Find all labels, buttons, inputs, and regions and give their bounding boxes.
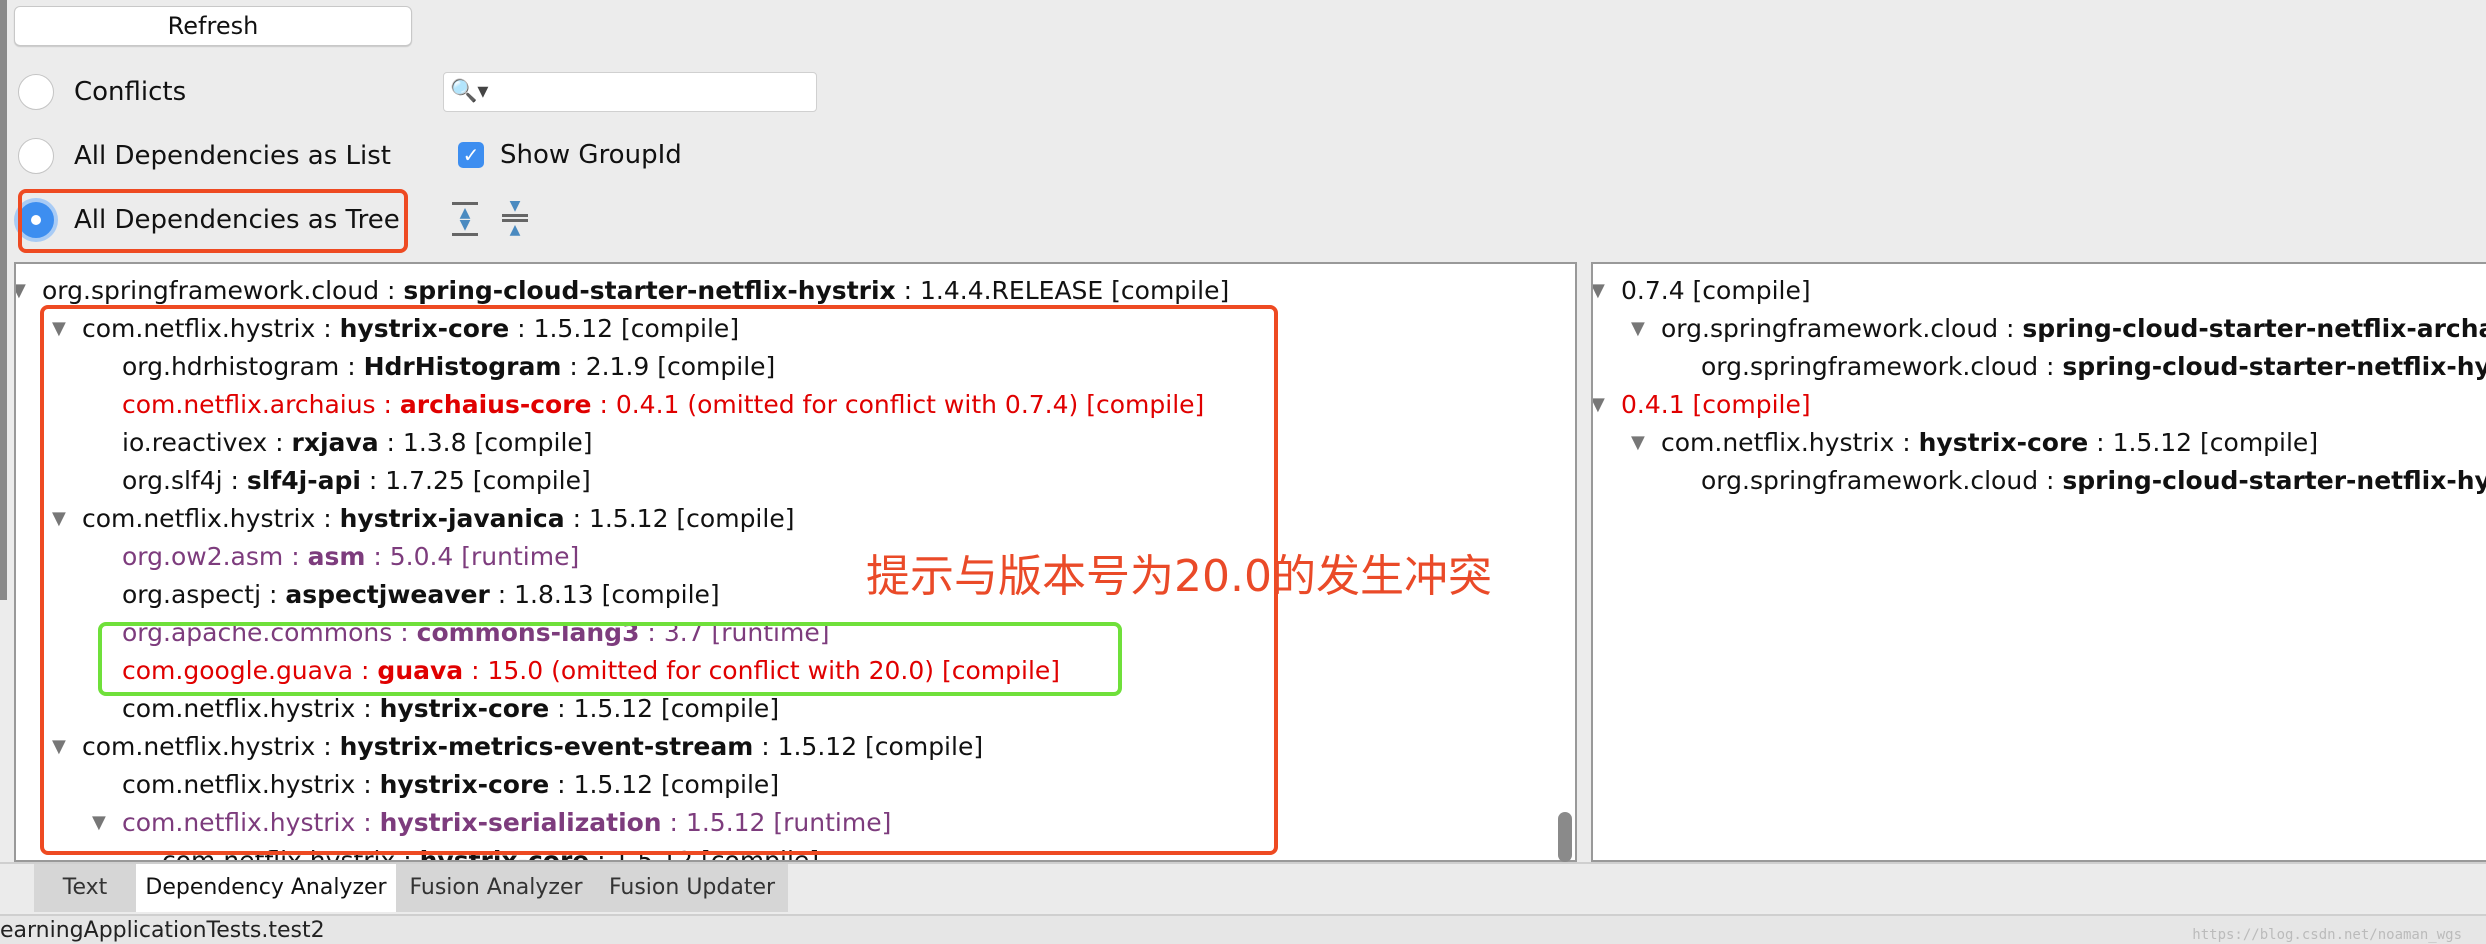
- tree-row[interactable]: ▼ com.netflix.hystrix : hystrix-core : 1.…: [1631, 424, 2319, 462]
- artifact-id: spring-cloud-starter-netflix-archaius: [2022, 314, 2486, 343]
- separator: :: [1998, 314, 2023, 343]
- collapse-all-icon[interactable]: ▼ ▲: [502, 199, 528, 237]
- radio-list[interactable]: [18, 138, 54, 174]
- tree-scrollbar[interactable]: [1558, 812, 1572, 862]
- tab-dependency-analyzer[interactable]: Dependency Analyzer: [136, 864, 396, 912]
- expand-triangle-icon[interactable]: ▼: [16, 272, 26, 310]
- tab-fusion-analyzer[interactable]: Fusion Analyzer: [396, 864, 596, 912]
- tab-bar: Text Dependency Analyzer Fusion Analyzer…: [0, 862, 2486, 912]
- tree-row[interactable]: ▼ 0.7.4 [compile]: [1593, 272, 1811, 310]
- group-id: org.springframework.cloud: [1701, 466, 2039, 495]
- status-text: earningApplicationTests.test2: [0, 918, 325, 943]
- search-dropdown-icon[interactable]: 🔍▾: [450, 79, 488, 104]
- separator: :: [2088, 428, 2113, 457]
- separator: :: [2038, 466, 2063, 495]
- artifact-id: spring-cloud-starter-netflix-hystrix: [2062, 352, 2486, 381]
- group-id: com.netflix.hystrix: [1661, 428, 1895, 457]
- usages-tree[interactable]: ▼ 0.7.4 [compile] ▼ org.springframework.clo…: [1591, 262, 2486, 862]
- expand-all-icon[interactable]: ▲ ▼: [452, 200, 478, 236]
- expand-triangle-icon[interactable]: ▼: [1631, 424, 1645, 462]
- artifact-id: spring-cloud-starter-netflix-hystrix: [2062, 466, 2486, 495]
- refresh-button[interactable]: Refresh: [14, 6, 412, 46]
- radio-conflicts[interactable]: [18, 74, 54, 110]
- separator: :: [379, 276, 404, 305]
- separator: :: [2038, 352, 2063, 381]
- version-scope: 1.4.4.RELEASE [compile]: [920, 276, 1230, 305]
- highlight-green-box: [98, 622, 1122, 696]
- artifact-id: hystrix-core: [1918, 428, 2089, 457]
- tree-row[interactable]: ▼ org.springframework.cloud : spring-clou…: [1631, 310, 2486, 348]
- expand-triangle-icon[interactable]: ▼: [1593, 386, 1605, 424]
- expand-triangle-icon[interactable]: ▼: [1631, 310, 1645, 348]
- watermark: https://blog.csdn.net/noaman_wgs: [2192, 927, 2462, 943]
- status-bar: earningApplicationTests.test2 https://bl…: [0, 914, 2486, 944]
- group-id: org.springframework.cloud: [1661, 314, 1999, 343]
- separator: :: [895, 276, 920, 305]
- annotation-text: 提示与版本号为20.0的发生冲突: [866, 551, 1492, 602]
- version-label: 0.4.1 [compile]: [1621, 390, 1811, 419]
- tree-row[interactable]: org.springframework.cloud : spring-cloud…: [1701, 462, 2486, 500]
- version-label: 0.7.4 [compile]: [1621, 276, 1811, 305]
- panel-splitter[interactable]: [1577, 262, 1591, 862]
- radio-list-label[interactable]: All Dependencies as List: [74, 138, 391, 174]
- separator: :: [1894, 428, 1919, 457]
- highlight-tree-mode: [18, 189, 408, 253]
- search-input[interactable]: 🔍▾: [443, 72, 817, 112]
- tree-row[interactable]: org.springframework.cloud : spring-cloud…: [1701, 348, 2486, 386]
- radio-conflicts-label[interactable]: Conflicts: [74, 74, 186, 110]
- artifact-id: spring-cloud-starter-netflix-hystrix: [403, 276, 896, 305]
- tree-row[interactable]: ▼ 0.4.1 [compile]: [1593, 386, 1811, 424]
- show-groupid-checkbox[interactable]: ✓: [458, 142, 484, 168]
- version-scope: 1.5.12 [compile]: [2112, 428, 2319, 457]
- tab-text[interactable]: Text: [34, 864, 136, 912]
- tab-fusion-updater[interactable]: Fusion Updater: [596, 864, 788, 912]
- expand-triangle-icon[interactable]: ▼: [1593, 272, 1605, 310]
- window-edge: [0, 0, 7, 600]
- group-id: org.springframework.cloud: [42, 276, 380, 305]
- group-id: org.springframework.cloud: [1701, 352, 2039, 381]
- show-groupid-label[interactable]: Show GroupId: [500, 137, 682, 173]
